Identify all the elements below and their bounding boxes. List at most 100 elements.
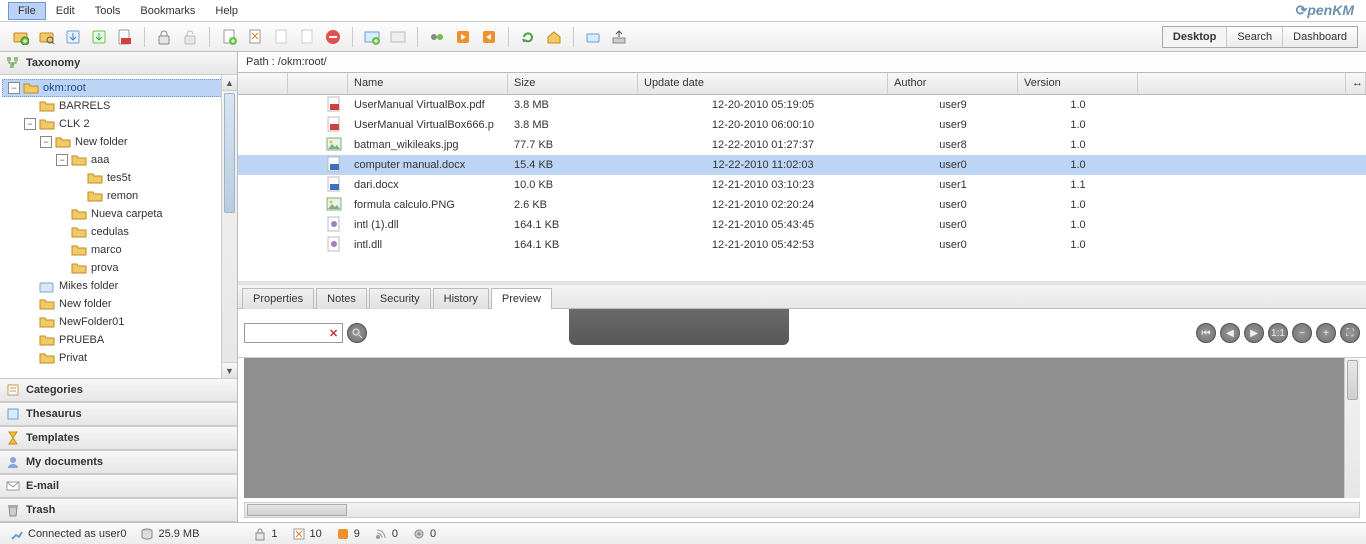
view-tab-dashboard[interactable]: Dashboard [1282, 27, 1357, 47]
col-author[interactable]: Author [888, 73, 1018, 94]
tab-security[interactable]: Security [369, 288, 431, 309]
menu-tools[interactable]: Tools [85, 2, 131, 20]
flag-small-icon [336, 527, 350, 541]
scanner-icon[interactable] [583, 27, 603, 47]
workflow-icon[interactable] [427, 27, 447, 47]
add-property-icon[interactable] [362, 27, 382, 47]
tree-node[interactable]: Mikes folder [2, 277, 235, 295]
col-name[interactable]: Name [348, 73, 508, 94]
menu-help[interactable]: Help [205, 2, 248, 20]
table-row[interactable]: UserManual VirtualBox666.p3.8 MB12-20-20… [238, 115, 1366, 135]
toggle-icon[interactable]: − [40, 136, 52, 148]
scroll-down-icon[interactable]: ▼ [222, 362, 237, 378]
workflow-run-icon[interactable] [453, 27, 473, 47]
scroll-thumb[interactable] [247, 504, 347, 516]
panel-email[interactable]: E-mail [0, 474, 237, 498]
tab-properties[interactable]: Properties [242, 288, 314, 309]
preview-hscrollbar[interactable] [244, 502, 1360, 518]
tab-notes[interactable]: Notes [316, 288, 367, 309]
checkout-icon[interactable] [245, 27, 265, 47]
tree-node[interactable]: remon [2, 187, 235, 205]
preview-search-input[interactable] [245, 327, 325, 339]
preview-first-icon[interactable]: ⏮ [1196, 323, 1216, 343]
remove-property-icon[interactable] [388, 27, 408, 47]
export-pdf-icon[interactable] [115, 27, 135, 47]
tree-node[interactable]: PRUEBA [2, 331, 235, 349]
find-folder-icon[interactable] [37, 27, 57, 47]
view-tab-search[interactable]: Search [1226, 27, 1282, 47]
download-icon[interactable] [63, 27, 83, 47]
cell-version: 1.0 [1018, 159, 1138, 171]
preview-zoomin-icon[interactable]: + [1316, 323, 1336, 343]
col-blank[interactable] [238, 73, 288, 94]
panel-my-documents[interactable]: My documents [0, 450, 237, 474]
refresh-icon[interactable] [518, 27, 538, 47]
workflow-back-icon[interactable] [479, 27, 499, 47]
tab-preview[interactable]: Preview [491, 288, 552, 309]
toggle-icon[interactable]: − [56, 154, 68, 166]
panel-taxonomy[interactable]: Taxonomy [0, 52, 237, 75]
tree-node[interactable]: New folder [2, 295, 235, 313]
preview-vscrollbar[interactable] [1344, 358, 1360, 498]
clear-search-icon[interactable]: ✕ [325, 327, 342, 340]
table-row[interactable]: dari.docx10.0 KB12-21-2010 03:10:23user1… [238, 175, 1366, 195]
col-size[interactable]: Size [508, 73, 638, 94]
cell-author: user1 [888, 179, 1018, 191]
scroll-thumb[interactable] [1347, 360, 1358, 400]
panel-templates[interactable]: Templates [0, 426, 237, 450]
preview-next-icon[interactable]: ▶ [1244, 323, 1264, 343]
tree-node[interactable]: tes5t [2, 169, 235, 187]
home-icon[interactable] [544, 27, 564, 47]
expand-columns-icon[interactable]: ↔ [1346, 73, 1366, 94]
upload-icon[interactable] [609, 27, 629, 47]
new-folder-icon[interactable] [11, 27, 31, 47]
col-date[interactable]: Update date [638, 73, 888, 94]
menu-bookmarks[interactable]: Bookmarks [130, 2, 205, 20]
preview-viewport[interactable] [244, 358, 1360, 498]
tree-node[interactable]: −New folder [2, 133, 235, 151]
tree-node[interactable]: Privat [2, 349, 235, 367]
tree-node[interactable]: −CLK 2 [2, 115, 235, 133]
checkin-icon[interactable] [271, 27, 291, 47]
menu-file[interactable]: File [8, 2, 46, 20]
tree-node[interactable]: Nueva carpeta [2, 205, 235, 223]
table-row[interactable]: intl (1).dll164.1 KB12-21-2010 05:43:45u… [238, 215, 1366, 235]
table-row[interactable]: batman_wikileaks.jpg77.7 KB12-22-2010 01… [238, 135, 1366, 155]
table-row[interactable]: computer manual.docx15.4 KB12-22-2010 11… [238, 155, 1366, 175]
tree-root[interactable]: − okm:root [2, 79, 235, 97]
tree-node[interactable]: BARRELS [2, 97, 235, 115]
collapse-icon[interactable]: − [8, 82, 20, 94]
menu-edit[interactable]: Edit [46, 2, 85, 20]
tree-scrollbar[interactable]: ▲ ▼ [221, 75, 237, 378]
panel-categories[interactable]: Categories [0, 378, 237, 402]
toggle-icon[interactable]: − [24, 118, 36, 130]
view-tab-desktop[interactable]: Desktop [1163, 27, 1226, 47]
scroll-up-icon[interactable]: ▲ [222, 75, 237, 91]
scroll-thumb[interactable] [224, 93, 235, 213]
search-go-icon[interactable] [347, 323, 367, 343]
add-document-icon[interactable] [219, 27, 239, 47]
cancel-checkout-icon[interactable] [297, 27, 317, 47]
delete-icon[interactable] [323, 27, 343, 47]
preview-fullscreen-icon[interactable]: ⛶ [1340, 323, 1360, 343]
preview-zoomout-icon[interactable]: − [1292, 323, 1312, 343]
panel-trash[interactable]: Trash [0, 498, 237, 522]
col-version[interactable]: Version [1018, 73, 1138, 94]
panel-thesaurus[interactable]: Thesaurus [0, 402, 237, 426]
preview-prev-icon[interactable]: ◀ [1220, 323, 1240, 343]
tree-node[interactable]: marco [2, 241, 235, 259]
tab-history[interactable]: History [433, 288, 489, 309]
lock-icon[interactable] [154, 27, 174, 47]
table-row[interactable]: formula calculo.PNG2.6 KB12-21-2010 02:2… [238, 195, 1366, 215]
unlock-icon[interactable] [180, 27, 200, 47]
tree-node[interactable]: −aaa [2, 151, 235, 169]
table-row[interactable]: UserManual VirtualBox.pdf3.8 MB12-20-201… [238, 95, 1366, 115]
download-alt-icon[interactable] [89, 27, 109, 47]
tree-node[interactable]: cedulas [2, 223, 235, 241]
col-type[interactable] [288, 73, 348, 94]
preview-fit-icon[interactable]: 1:1 [1268, 323, 1288, 343]
table-row[interactable]: intl.dll164.1 KB12-21-2010 05:42:53user0… [238, 235, 1366, 255]
detail-tabs: Properties Notes Security History Previe… [238, 285, 1366, 309]
tree-node[interactable]: NewFolder01 [2, 313, 235, 331]
tree-node[interactable]: prova [2, 259, 235, 277]
